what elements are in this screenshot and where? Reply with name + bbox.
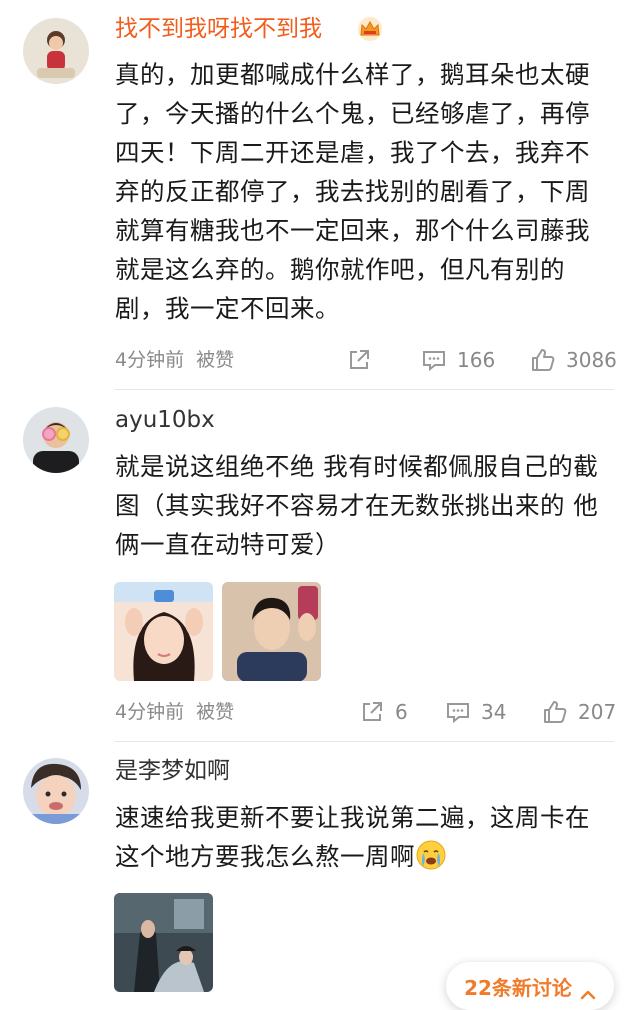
comment-text: 速速给我更新不要让我说第二遍，这周卡在这个地方要我怎么熬一周啊: [115, 798, 605, 876]
reply-count: 166: [457, 348, 496, 372]
comment-meta: 4分钟前 被赞: [115, 347, 234, 373]
avatar[interactable]: [23, 18, 89, 84]
comment-text: 就是说这组绝不绝 我有时候都佩服自己的截图（其实我好不容易才在无数张挑出来的 他…: [115, 452, 599, 559]
more-discussion-label: 22条新讨论: [464, 975, 572, 1000]
liked-tag: 被赞: [196, 349, 235, 371]
divider: [115, 741, 614, 742]
timestamp: 4分钟前: [115, 349, 185, 371]
share-button[interactable]: [346, 347, 382, 373]
username[interactable]: ayu10bx: [115, 405, 215, 435]
comment-icon: [421, 347, 457, 373]
share-button[interactable]: 6: [359, 699, 408, 725]
chevron-up-icon: [580, 981, 596, 1000]
divider: [115, 389, 614, 390]
crown-icon: [356, 16, 384, 42]
thumbs-up-icon: [530, 347, 566, 373]
username[interactable]: 找不到我呀找不到我: [115, 14, 322, 44]
share-icon: [359, 699, 395, 725]
comment-meta: 4分钟前 被赞: [115, 699, 234, 725]
liked-tag: 被赞: [196, 701, 235, 723]
reply-count: 34: [481, 700, 507, 724]
timestamp: 4分钟前: [115, 701, 185, 723]
like-count: 3086: [566, 348, 617, 372]
comment-image-1[interactable]: [114, 582, 213, 681]
comment-text: 真的，加更都喊成什么样了，鹅耳朵也太硬了，今天播的什么个鬼，已经够虐了，再停四天…: [115, 60, 590, 323]
avatar[interactable]: [23, 758, 89, 824]
username[interactable]: 是李梦如啊: [115, 756, 230, 786]
comment-icon: [445, 699, 481, 725]
avatar[interactable]: [23, 407, 89, 473]
like-button[interactable]: 207: [542, 699, 616, 725]
comment-text-body: 速速给我更新不要让我说第二遍，这周卡在这个地方要我怎么熬一周啊: [115, 803, 590, 871]
like-button[interactable]: 3086: [530, 347, 617, 373]
reply-button[interactable]: 34: [445, 699, 506, 725]
like-count: 207: [578, 700, 617, 724]
thumbs-up-icon: [542, 699, 578, 725]
comment-image-1[interactable]: [114, 893, 213, 992]
crying-emoji-icon: [415, 839, 447, 871]
comment-image-2[interactable]: [222, 582, 321, 681]
share-count: 6: [395, 700, 408, 724]
more-discussion-button[interactable]: 22条新讨论: [446, 962, 614, 1010]
reply-button[interactable]: 166: [421, 347, 495, 373]
share-icon: [346, 347, 382, 373]
